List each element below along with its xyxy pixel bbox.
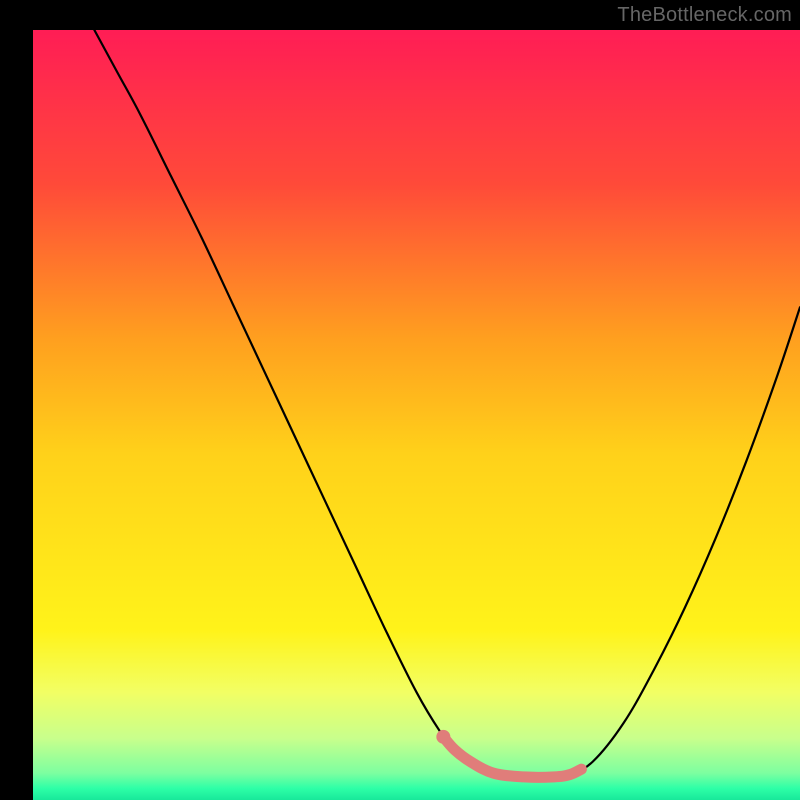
highlight-dot <box>436 730 450 744</box>
bottleneck-curve-plot <box>0 0 800 800</box>
plot-background <box>33 30 800 800</box>
chart-container: TheBottleneck.com <box>0 0 800 800</box>
attribution-label: TheBottleneck.com <box>617 4 792 27</box>
